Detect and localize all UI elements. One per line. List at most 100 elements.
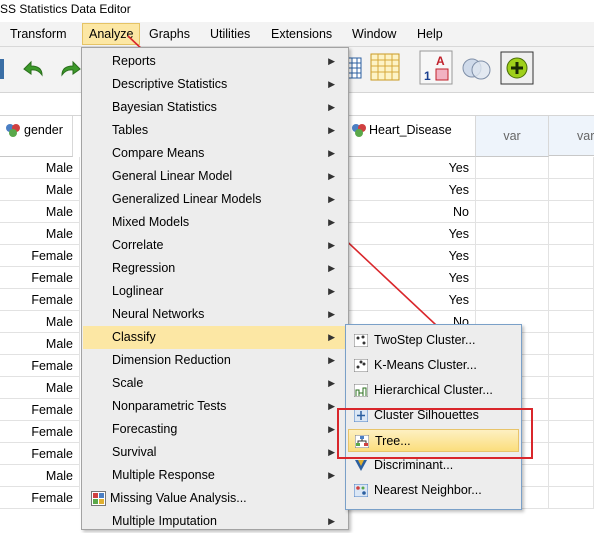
empty-var-cell[interactable] bbox=[549, 201, 594, 223]
empty-var-cell[interactable] bbox=[476, 223, 549, 245]
menu-graphs[interactable]: Graphs bbox=[143, 24, 196, 44]
menu-help[interactable]: Help bbox=[411, 24, 449, 44]
menu-item-tables[interactable]: Tables ▶ bbox=[83, 119, 347, 142]
nominal-variable-icon bbox=[6, 124, 20, 137]
empty-var-cell[interactable] bbox=[549, 487, 594, 509]
venn-icon[interactable] bbox=[460, 54, 494, 87]
empty-var-cell[interactable] bbox=[549, 311, 594, 333]
gender-cell[interactable]: Female bbox=[0, 245, 80, 267]
empty-var-cell[interactable] bbox=[549, 443, 594, 465]
menu-item-descriptive-statistics[interactable]: Descriptive Statistics ▶ bbox=[83, 73, 347, 96]
column-header-var-2[interactable]: var bbox=[549, 116, 594, 156]
gender-cell[interactable]: Female bbox=[0, 443, 80, 465]
heart-disease-cell[interactable]: Yes bbox=[347, 267, 476, 289]
gender-cell[interactable]: Male bbox=[0, 333, 80, 355]
empty-var-cell[interactable] bbox=[549, 377, 594, 399]
menu-item-neural-networks[interactable]: Neural Networks ▶ bbox=[83, 303, 347, 326]
submenu-arrow-icon: ▶ bbox=[328, 194, 335, 204]
empty-var-cell[interactable] bbox=[549, 289, 594, 311]
menu-item-multiple-imputation[interactable]: Multiple Imputation ▶ bbox=[83, 510, 347, 533]
menu-transform[interactable]: Transform bbox=[4, 24, 73, 44]
submenu-item-nearest-neighbor[interactable]: Nearest Neighbor... bbox=[348, 479, 519, 502]
submenu-arrow-icon: ▶ bbox=[328, 447, 335, 457]
empty-var-cell[interactable] bbox=[549, 157, 594, 179]
submenu-arrow-icon: ▶ bbox=[328, 263, 335, 273]
menu-item-survival[interactable]: Survival ▶ bbox=[83, 441, 347, 464]
menu-item-classify[interactable]: Classify ▶ bbox=[83, 326, 347, 349]
gender-cell[interactable]: Female bbox=[0, 355, 80, 377]
gender-cell[interactable]: Female bbox=[0, 421, 80, 443]
gender-cell[interactable]: Female bbox=[0, 487, 80, 509]
empty-var-cell[interactable] bbox=[549, 355, 594, 377]
submenu-item-twostep-cluster[interactable]: TwoStep Cluster... bbox=[348, 329, 519, 352]
empty-var-cell[interactable] bbox=[549, 465, 594, 487]
submenu-arrow-icon: ▶ bbox=[328, 79, 335, 89]
gender-cell[interactable]: Female bbox=[0, 267, 80, 289]
empty-var-cell[interactable] bbox=[476, 179, 549, 201]
gender-cell[interactable]: Male bbox=[0, 311, 80, 333]
empty-var-cell[interactable] bbox=[476, 157, 549, 179]
nearest-neighbor-icon bbox=[354, 484, 368, 497]
empty-var-cell[interactable] bbox=[476, 245, 549, 267]
gender-cell[interactable]: Male bbox=[0, 179, 80, 201]
menu-bar: Transform Analyze Graphs Utilities Exten… bbox=[0, 22, 594, 47]
empty-var-cell[interactable] bbox=[476, 267, 549, 289]
menu-item-correlate[interactable]: Correlate ▶ bbox=[83, 234, 347, 257]
column-header-var-1[interactable]: var bbox=[476, 116, 549, 157]
menu-utilities[interactable]: Utilities bbox=[204, 24, 256, 44]
submenu-item-kmeans-cluster[interactable]: K-Means Cluster... bbox=[348, 354, 519, 377]
empty-var-cell[interactable] bbox=[549, 333, 594, 355]
heart-disease-cell[interactable]: Yes bbox=[347, 245, 476, 267]
gender-cell[interactable]: Female bbox=[0, 399, 80, 421]
heart-disease-header-label: Heart_Disease bbox=[369, 123, 452, 137]
menu-item-regression[interactable]: Regression ▶ bbox=[83, 257, 347, 280]
menu-item-mixed-models[interactable]: Mixed Models ▶ bbox=[83, 211, 347, 234]
annotation-highlight-box bbox=[337, 408, 533, 459]
empty-var-cell[interactable] bbox=[476, 289, 549, 311]
menu-window[interactable]: Window bbox=[346, 24, 402, 44]
menu-item-multiple-response[interactable]: Multiple Response ▶ bbox=[83, 464, 347, 487]
column-header-gender[interactable]: gender bbox=[0, 116, 73, 157]
menu-item-forecasting[interactable]: Forecasting ▶ bbox=[83, 418, 347, 441]
menu-item-loglinear[interactable]: Loglinear ▶ bbox=[83, 280, 347, 303]
heart-disease-cell[interactable]: Yes bbox=[347, 289, 476, 311]
gender-cell[interactable]: Male bbox=[0, 377, 80, 399]
heart-disease-cell[interactable]: No bbox=[347, 201, 476, 223]
column-header-heart-disease[interactable]: Heart_Disease bbox=[347, 116, 476, 157]
menu-item-general-linear-model[interactable]: General Linear Model ▶ bbox=[83, 165, 347, 188]
menu-item-generalized-linear-models[interactable]: Generalized Linear Models ▶ bbox=[83, 188, 347, 211]
gender-cell[interactable]: Male bbox=[0, 157, 80, 179]
menu-item-compare-means[interactable]: Compare Means ▶ bbox=[83, 142, 347, 165]
gender-cell[interactable]: Female bbox=[0, 289, 80, 311]
gender-cell[interactable]: Male bbox=[0, 223, 80, 245]
submenu-item-hierarchical-cluster[interactable]: Hierarchical Cluster... bbox=[348, 379, 519, 402]
value-labels-icon[interactable]: A1 bbox=[418, 50, 454, 89]
menu-item-reports[interactable]: Reports ▶ bbox=[83, 50, 347, 73]
gender-cell[interactable]: Male bbox=[0, 201, 80, 223]
empty-var-cell[interactable] bbox=[549, 421, 594, 443]
twostep-cluster-icon bbox=[354, 334, 368, 347]
variable-view-icon[interactable] bbox=[370, 53, 400, 84]
heart-disease-cell[interactable]: Yes bbox=[347, 179, 476, 201]
menu-item-scale[interactable]: Scale ▶ bbox=[83, 372, 347, 395]
submenu-arrow-icon: ▶ bbox=[328, 470, 335, 480]
analyze-dropdown-menu: Reports ▶ Descriptive Statistics ▶ Bayesia… bbox=[81, 47, 349, 530]
gender-cell[interactable]: Male bbox=[0, 465, 80, 487]
add-icon[interactable] bbox=[500, 51, 534, 88]
menu-item-bayesian-statistics[interactable]: Bayesian Statistics ▶ bbox=[83, 96, 347, 119]
submenu-arrow-icon: ▶ bbox=[328, 378, 335, 388]
empty-var-cell[interactable] bbox=[476, 201, 549, 223]
menu-item-nonparametric-tests[interactable]: Nonparametric Tests ▶ bbox=[83, 395, 347, 418]
empty-var-cell[interactable] bbox=[549, 399, 594, 421]
menu-item-missing-value-analysis[interactable]: Missing Value Analysis... bbox=[83, 487, 347, 510]
empty-var-cell[interactable] bbox=[549, 179, 594, 201]
heart-disease-cell[interactable]: Yes bbox=[347, 157, 476, 179]
heart-disease-cell[interactable]: Yes bbox=[347, 223, 476, 245]
menu-item-dimension-reduction[interactable]: Dimension Reduction ▶ bbox=[83, 349, 347, 372]
undo-icon[interactable] bbox=[20, 57, 46, 82]
menu-extensions[interactable]: Extensions bbox=[265, 24, 338, 44]
empty-var-cell[interactable] bbox=[549, 267, 594, 289]
empty-var-cell[interactable] bbox=[549, 245, 594, 267]
menu-analyze[interactable]: Analyze bbox=[82, 23, 141, 45]
empty-var-cell[interactable] bbox=[549, 223, 594, 245]
